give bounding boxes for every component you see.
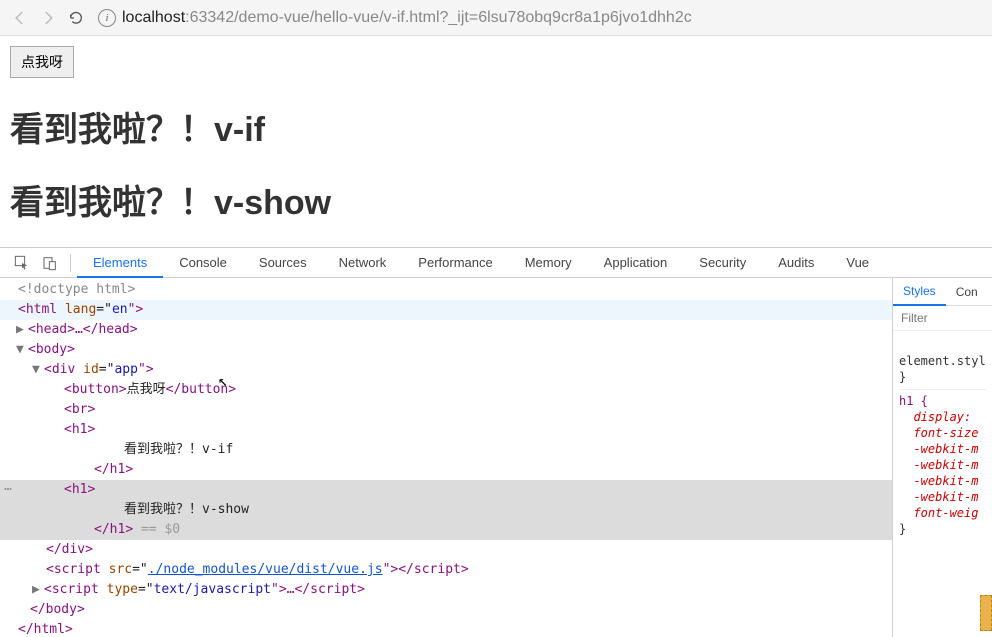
tab-computed[interactable]: Con — [946, 278, 988, 306]
dom-line[interactable]: ▶<head>…</head> — [0, 320, 892, 340]
breadcrumb-dots: ⋯ — [0, 480, 16, 500]
tab-console[interactable]: Console — [163, 248, 243, 278]
elements-panel[interactable]: <!doctype html> <html lang="en"> ▶<head>… — [0, 278, 892, 637]
dom-line-selected[interactable]: 看到我啦？！v-show — [0, 500, 892, 520]
tab-application[interactable]: Application — [588, 248, 684, 278]
arrow-left-icon — [11, 9, 29, 27]
expand-toggle[interactable]: ▼ — [16, 340, 28, 360]
dom-line[interactable]: <!doctype html> — [0, 280, 892, 300]
page-viewport: 点我呀 看到我啦？！v-if 看到我啦？！v-show — [0, 36, 992, 247]
inspect-element-button[interactable] — [8, 249, 36, 277]
devtools-tabbar: Elements Console Sources Network Perform… — [0, 248, 992, 278]
url-path: :63342/demo-vue/hello-vue/v-if.html?_ijt… — [185, 9, 692, 27]
device-icon — [42, 255, 58, 271]
style-rules[interactable]: element.styl }h1 { display: font-size -w… — [893, 331, 992, 557]
heading-vshow: 看到我啦？！v-show — [10, 175, 982, 224]
forward-button[interactable] — [34, 4, 62, 32]
styles-tabbar: Styles Con — [893, 278, 992, 306]
dom-line[interactable]: </body> — [0, 600, 892, 620]
tab-vue[interactable]: Vue — [830, 248, 885, 278]
devtools: Elements Console Sources Network Perform… — [0, 247, 992, 637]
inspect-icon — [14, 255, 30, 271]
url-host: localhost — [122, 9, 185, 27]
dom-line[interactable]: 看到我啦？！v-if — [0, 440, 892, 460]
back-button[interactable] — [6, 4, 34, 32]
tab-security[interactable]: Security — [683, 248, 762, 278]
dom-line[interactable]: ▼<div id="app"> — [0, 360, 892, 380]
dom-line[interactable]: <html lang="en"> — [0, 300, 892, 320]
dom-line[interactable]: <h1> — [0, 420, 892, 440]
toggle-button[interactable]: 点我呀 — [10, 46, 74, 78]
styles-filter-input[interactable] — [893, 306, 992, 330]
styles-filter — [893, 306, 992, 331]
expand-toggle[interactable]: ▶ — [16, 320, 28, 340]
dom-line[interactable]: </h1> — [0, 460, 892, 480]
dom-line-selected[interactable]: ⋯<h1> — [0, 480, 892, 500]
browser-toolbar: i localhost:63342/demo-vue/hello-vue/v-i… — [0, 0, 992, 36]
dom-line[interactable]: <button>点我呀</button> — [0, 380, 892, 400]
dom-line[interactable]: </div> — [0, 540, 892, 560]
dom-line[interactable]: <br> — [0, 400, 892, 420]
tab-network[interactable]: Network — [323, 248, 403, 278]
dom-line[interactable]: <script src="./node_modules/vue/dist/vue… — [0, 560, 892, 580]
dom-line[interactable]: ▼<body> — [0, 340, 892, 360]
address-bar[interactable]: i localhost:63342/demo-vue/hello-vue/v-i… — [98, 9, 986, 27]
styles-sidebar: Styles Con element.styl }h1 { display: f… — [892, 278, 992, 637]
site-info-icon[interactable]: i — [98, 9, 116, 27]
devtools-body: <!doctype html> <html lang="en"> ▶<head>… — [0, 278, 992, 637]
separator — [70, 254, 71, 272]
tab-performance[interactable]: Performance — [402, 248, 508, 278]
expand-toggle[interactable]: ▼ — [32, 360, 44, 380]
dom-line[interactable]: ▶<script type="text/javascript">…</scrip… — [0, 580, 892, 600]
dom-line-selected[interactable]: </h1> == $0 — [0, 520, 892, 540]
expand-toggle[interactable]: ▶ — [32, 580, 44, 600]
tab-elements[interactable]: Elements — [77, 248, 163, 278]
tab-sources[interactable]: Sources — [243, 248, 323, 278]
heading-vif: 看到我啦？！v-if — [10, 102, 982, 151]
dom-line[interactable]: </html> — [0, 620, 892, 637]
margin-overlay-indicator — [980, 595, 992, 631]
device-toolbar-button[interactable] — [36, 249, 64, 277]
tab-audits[interactable]: Audits — [762, 248, 830, 278]
reload-button[interactable] — [62, 4, 90, 32]
reload-icon — [68, 10, 84, 26]
tab-memory[interactable]: Memory — [509, 248, 588, 278]
script-src-link[interactable]: ./node_modules/vue/dist/vue.js — [148, 562, 383, 577]
tab-styles[interactable]: Styles — [893, 278, 946, 306]
arrow-right-icon — [39, 9, 57, 27]
